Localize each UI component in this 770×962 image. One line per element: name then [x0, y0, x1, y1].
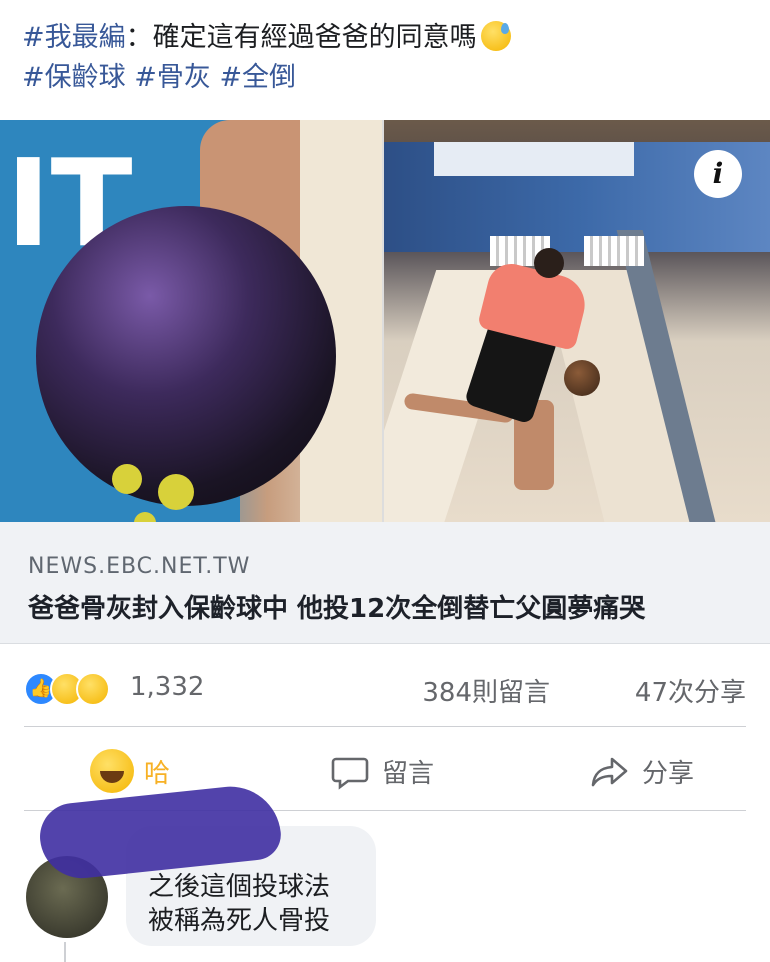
post-text: #我最編：確定這有經過爸爸的同意嗎 #保齡球 #骨灰 #全倒: [22, 18, 752, 98]
comment-label: 留言: [382, 758, 435, 789]
info-icon[interactable]: i: [694, 150, 742, 198]
comment-button[interactable]: 留言: [330, 746, 434, 796]
share-arrow-icon: [591, 757, 628, 787]
finger-hole: [112, 464, 142, 494]
share-label: 分享: [642, 758, 695, 789]
bowling-pins: [584, 236, 644, 266]
wow-reaction-icon: [76, 672, 110, 706]
post-caption: ：確定這有經過爸爸的同意嗎: [125, 22, 477, 53]
engagement-stats: 👍 1,332 384則留言 47次分享: [0, 662, 770, 714]
haha-label: 哈: [144, 758, 171, 789]
finger-hole: [158, 474, 194, 510]
link-domain: NEWS.EBC.NET.TW: [28, 554, 251, 579]
share-button[interactable]: 分享: [590, 746, 694, 796]
comment: 之後這個投球法 被稱為死人骨投: [0, 781, 770, 962]
comment-text-line: 之後這個投球法: [148, 872, 331, 902]
hashtag-bowling[interactable]: #保齡球: [22, 62, 126, 93]
comment-bubble-icon: [331, 757, 369, 790]
haha-reaction-button[interactable]: 哈: [90, 746, 170, 796]
hashtag-ashes[interactable]: #骨灰: [134, 62, 211, 93]
purple-bowling-ball: [36, 206, 336, 522]
link-headline[interactable]: 爸爸骨灰封入保齡球中 他投12次全倒替亡父圓夢痛哭: [28, 588, 645, 625]
sweat-smile-emoji-icon: [480, 21, 511, 51]
link-preview-card[interactable]: NEWS.EBC.NET.TW 爸爸骨灰封入保齡球中 他投12次全倒替亡父圓夢痛…: [0, 522, 770, 644]
hashtag-line: #保齡球 #骨灰 #全倒: [22, 58, 752, 98]
bowler-photo: i: [384, 120, 770, 522]
comment-text: 之後這個投球法 被稱為死人骨投: [148, 870, 330, 938]
comment-text-line: 被稱為死人骨投: [148, 906, 331, 936]
thrown-bowling-ball: [564, 360, 600, 396]
share-count[interactable]: 47次分享: [635, 672, 746, 709]
link-preview-image[interactable]: IT i: [0, 120, 770, 522]
bowler-head: [534, 248, 564, 278]
divider: [24, 726, 746, 727]
reaction-count[interactable]: 1,332: [130, 672, 204, 702]
reaction-icons[interactable]: 👍: [24, 672, 134, 706]
hashtag-wozuibian[interactable]: #我最編: [22, 22, 126, 53]
hashtag-strike[interactable]: #全倒: [219, 62, 296, 93]
post-caption-line: #我最編：確定這有經過爸爸的同意嗎: [22, 18, 752, 58]
reply-thread-line: [64, 942, 66, 962]
haha-emoji-icon: [90, 749, 134, 793]
action-bar: 哈 留言 分享: [0, 738, 770, 804]
bowling-ball-photo: IT: [0, 120, 382, 522]
comment-count[interactable]: 384則留言: [422, 672, 550, 709]
